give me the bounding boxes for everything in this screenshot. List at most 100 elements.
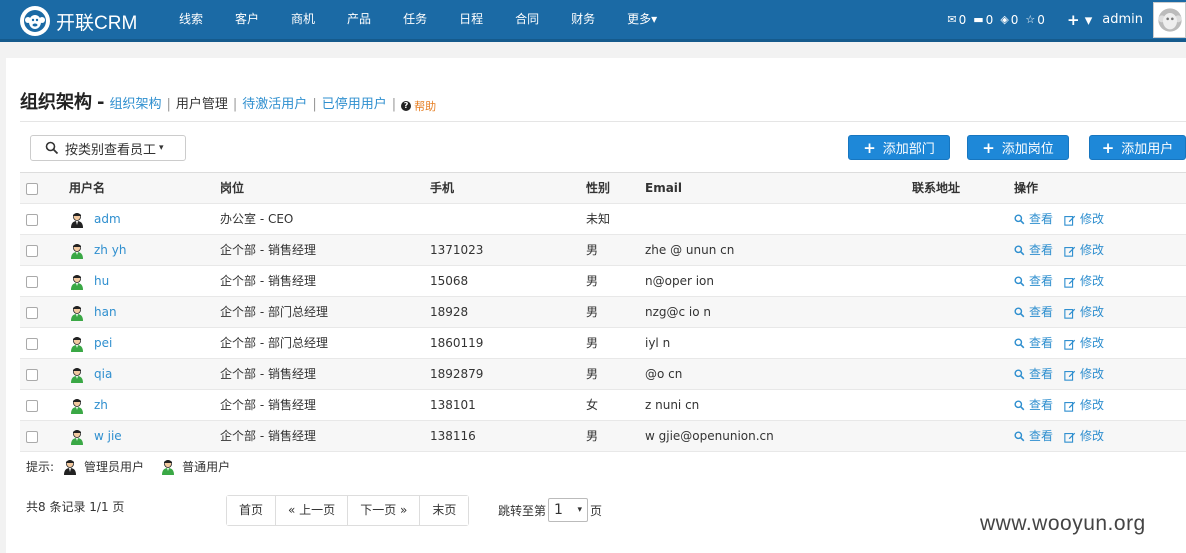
edit-link[interactable]: 修改: [1064, 297, 1104, 328]
view-link[interactable]: 查看: [1014, 204, 1053, 235]
page-select-value: 1: [554, 502, 563, 518]
plus-icon: +: [982, 138, 995, 157]
view-link[interactable]: 查看: [1014, 297, 1053, 328]
last-page-button[interactable]: 末页: [420, 496, 469, 525]
row-checkbox[interactable]: [26, 369, 38, 381]
edit-link[interactable]: 修改: [1064, 421, 1104, 452]
inbox-stat[interactable]: ▬ 0: [973, 13, 993, 27]
user-type-icon-wrap: [69, 212, 85, 228]
edit-link[interactable]: 修改: [1064, 359, 1104, 390]
nav-item-contracts[interactable]: 合同: [504, 0, 550, 39]
edit-label: 修改: [1080, 243, 1105, 257]
row-checkbox[interactable]: [26, 307, 38, 319]
content-panel: 组织架构 - 组织架构 | 用户管理 | 待激活用户 | 已停用用户 | ? 帮…: [6, 58, 1186, 553]
row-checkbox[interactable]: [26, 400, 38, 412]
position-cell: 企个部 - 部门总经理: [220, 336, 328, 350]
username-link[interactable]: zh yh: [94, 235, 126, 266]
gender-cell: 男: [586, 336, 599, 350]
nav-item-more[interactable]: 更多▾: [616, 0, 668, 39]
first-page-button[interactable]: 首页: [227, 496, 277, 525]
username-link[interactable]: adm: [94, 204, 121, 235]
email-cell: nzg@c io n: [645, 305, 712, 319]
brand[interactable]: 开联CRM: [20, 5, 137, 37]
nav-item-leads[interactable]: 线索: [168, 0, 214, 39]
search-icon: [1014, 431, 1025, 442]
nav-item-tasks[interactable]: 任务: [392, 0, 438, 39]
edit-link[interactable]: 修改: [1064, 390, 1104, 421]
header-gender[interactable]: 性别: [586, 173, 610, 204]
view-link[interactable]: 查看: [1014, 328, 1053, 359]
nav-right: ✉ 0 ▬ 0 ◈ 0 ☆ 0 + ▾ admin: [947, 0, 1186, 39]
user-type-icon-wrap: [69, 398, 85, 414]
row-checkbox[interactable]: [26, 338, 38, 350]
nav-item-finance[interactable]: 财务: [560, 0, 606, 39]
crumb-pending-users[interactable]: 待激活用户: [242, 93, 307, 112]
table-row: han 企个部 - 部门总经理 18928 男 nzg@c io n 查看 修改: [20, 297, 1186, 328]
quick-add-button[interactable]: + ▾: [1067, 11, 1092, 29]
envelope-icon: ✉: [947, 13, 957, 26]
nav-item-schedule[interactable]: 日程: [448, 0, 494, 39]
pagination: 首页 « 上一页 下一页 » 末页: [226, 495, 470, 526]
row-checkbox[interactable]: [26, 245, 38, 257]
view-link[interactable]: 查看: [1014, 390, 1053, 421]
add-user-button[interactable]: + 添加用户: [1089, 135, 1186, 160]
edit-link[interactable]: 修改: [1064, 266, 1104, 297]
nav-item-customers[interactable]: 客户: [224, 0, 270, 39]
table-row: qia 企个部 - 销售经理 1892879 男 @o cn 查看 修改: [20, 359, 1186, 390]
help-icon: ?: [401, 101, 412, 111]
username-link[interactable]: qia: [94, 359, 112, 390]
user-type-icon-wrap: [69, 367, 85, 383]
prev-page-button[interactable]: « 上一页: [276, 496, 349, 525]
next-page-button[interactable]: 下一页 »: [348, 496, 421, 525]
help-link[interactable]: ? 帮助: [401, 98, 436, 114]
row-checkbox[interactable]: [26, 276, 38, 288]
username-link[interactable]: han: [94, 297, 117, 328]
view-link[interactable]: 查看: [1014, 421, 1053, 452]
avatar[interactable]: [1153, 1, 1186, 38]
header-position[interactable]: 岗位: [220, 173, 244, 204]
current-user-name[interactable]: admin: [1102, 12, 1143, 27]
header-phone[interactable]: 手机: [430, 173, 454, 204]
username-link[interactable]: hu: [94, 266, 109, 297]
crumb-user-management[interactable]: 用户管理: [176, 93, 228, 112]
select-all-checkbox[interactable]: [26, 183, 38, 195]
username-link[interactable]: zh: [94, 390, 108, 421]
favorites-stat[interactable]: ☆ 0: [1025, 13, 1045, 27]
row-checkbox[interactable]: [26, 214, 38, 226]
edit-icon: [1064, 370, 1076, 381]
edit-link[interactable]: 修改: [1064, 235, 1104, 266]
record-count: 共8 条记录 1/1 页: [26, 500, 125, 514]
row-checkbox[interactable]: [26, 431, 38, 443]
share-stat[interactable]: ◈ 0: [1000, 13, 1018, 27]
gender-cell: 男: [586, 429, 599, 443]
filter-label: 按类别查看员工: [65, 142, 157, 158]
crumb-org-structure[interactable]: 组织架构: [109, 93, 161, 112]
header-email[interactable]: Email: [645, 173, 682, 204]
username-link[interactable]: pei: [94, 328, 112, 359]
crumb-disabled-users[interactable]: 已停用用户: [322, 93, 387, 112]
edit-link[interactable]: 修改: [1064, 204, 1104, 235]
monkey-avatar-icon: [1157, 7, 1182, 32]
edit-label: 修改: [1080, 429, 1105, 443]
nav-item-opportunities[interactable]: 商机: [280, 0, 326, 39]
edit-link[interactable]: 修改: [1064, 328, 1104, 359]
edit-label: 修改: [1080, 274, 1105, 288]
search-icon: [1014, 307, 1025, 318]
header-address[interactable]: 联系地址: [912, 173, 960, 204]
view-link[interactable]: 查看: [1014, 359, 1053, 390]
nav-more-label: 更多: [627, 12, 652, 26]
page-select[interactable]: 1 ▾: [548, 498, 589, 522]
plus-icon: +: [863, 138, 876, 157]
view-link[interactable]: 查看: [1014, 266, 1053, 297]
header-username[interactable]: 用户名: [69, 173, 105, 204]
actions-cell: 查看 修改: [1014, 328, 1115, 359]
messages-stat[interactable]: ✉ 0: [947, 13, 966, 27]
view-link[interactable]: 查看: [1014, 235, 1053, 266]
add-department-button[interactable]: + 添加部门: [848, 135, 950, 160]
view-label: 查看: [1029, 243, 1054, 257]
add-position-button[interactable]: + 添加岗位: [967, 135, 1069, 160]
filter-by-category-dropdown[interactable]: 按类别查看员工 ▾: [30, 135, 186, 161]
username-link[interactable]: w jie: [94, 421, 122, 452]
nav-item-products[interactable]: 产品: [336, 0, 382, 39]
edit-icon: [1064, 401, 1076, 412]
